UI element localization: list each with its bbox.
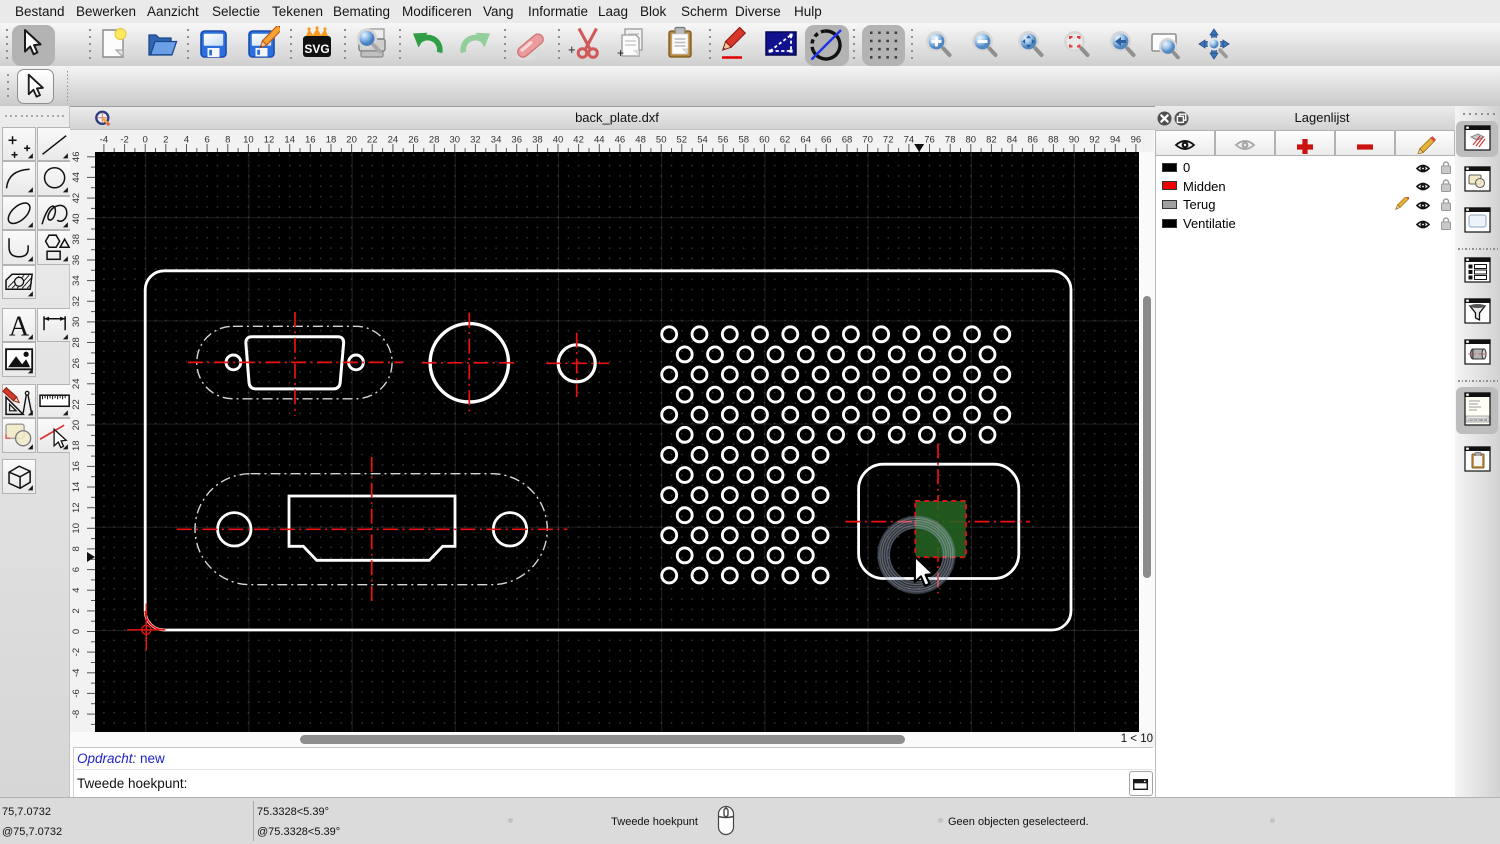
- svg-text:12: 12: [71, 502, 82, 513]
- svg-text:-2: -2: [120, 135, 128, 146]
- svg-text:54: 54: [697, 135, 708, 146]
- svg-text:4: 4: [71, 588, 82, 593]
- svg-text:+: +: [568, 42, 576, 57]
- svg-text:command: command: [1468, 417, 1488, 422]
- svg-text:68: 68: [842, 135, 853, 146]
- svg-text:12: 12: [264, 135, 275, 146]
- svg-text:8: 8: [71, 546, 82, 551]
- svg-text:18: 18: [71, 440, 82, 451]
- svg-text:2: 2: [163, 135, 168, 146]
- svg-text:20: 20: [71, 420, 82, 431]
- svg-text:92: 92: [1089, 135, 1100, 146]
- svg-text:38: 38: [532, 135, 543, 146]
- svg-text:90: 90: [1069, 135, 1080, 146]
- svg-text:14: 14: [284, 135, 295, 146]
- svg-text:34: 34: [71, 275, 82, 286]
- svg-text:32: 32: [71, 296, 82, 307]
- svg-text:10: 10: [71, 523, 82, 534]
- svg-text:66: 66: [821, 135, 832, 146]
- svg-text:86: 86: [1027, 135, 1038, 146]
- svg-text:6: 6: [71, 567, 82, 572]
- svg-text:0: 0: [143, 135, 148, 146]
- svg-text:18: 18: [326, 135, 337, 146]
- svg-text:40: 40: [553, 135, 564, 146]
- svg-text:64: 64: [800, 135, 811, 146]
- svg-text:SVG: SVG: [304, 42, 329, 56]
- svg-text:24: 24: [388, 135, 399, 146]
- svg-text:52: 52: [677, 135, 688, 146]
- svg-text:46: 46: [71, 152, 82, 162]
- svg-text:36: 36: [511, 135, 522, 146]
- svg-text:40: 40: [71, 213, 82, 224]
- svg-text:0: 0: [71, 629, 82, 634]
- svg-text:46: 46: [615, 135, 626, 146]
- svg-text:82: 82: [986, 135, 997, 146]
- svg-text:10: 10: [243, 135, 254, 146]
- svg-text:84: 84: [1007, 135, 1018, 146]
- svg-text:44: 44: [71, 172, 82, 183]
- svg-text:-8: -8: [71, 710, 82, 718]
- svg-text:28: 28: [71, 337, 82, 348]
- svg-text:-4: -4: [100, 135, 108, 146]
- svg-text:30: 30: [450, 135, 461, 146]
- svg-text:-4: -4: [71, 669, 82, 677]
- svg-text:30: 30: [71, 317, 82, 328]
- svg-text:34: 34: [491, 135, 502, 146]
- svg-text:32: 32: [470, 135, 481, 146]
- svg-text:76: 76: [924, 135, 935, 146]
- svg-text:88: 88: [1048, 135, 1059, 146]
- svg-text:58: 58: [739, 135, 750, 146]
- svg-text:24: 24: [71, 379, 82, 390]
- svg-text:72: 72: [883, 135, 894, 146]
- svg-text:-2: -2: [71, 648, 82, 656]
- svg-text:22: 22: [71, 399, 82, 410]
- svg-text:50: 50: [656, 135, 667, 146]
- svg-text:70: 70: [862, 135, 873, 146]
- svg-text:A: A: [8, 311, 29, 342]
- svg-text:2: 2: [71, 608, 82, 613]
- svg-text:44: 44: [594, 135, 605, 146]
- svg-text:28: 28: [429, 135, 440, 146]
- svg-text:42: 42: [573, 135, 584, 146]
- svg-text:8: 8: [225, 135, 230, 146]
- svg-text:-6: -6: [71, 689, 82, 697]
- svg-text:26: 26: [71, 358, 82, 369]
- svg-text:48: 48: [635, 135, 646, 146]
- svg-text:60: 60: [759, 135, 770, 146]
- svg-text:38: 38: [71, 234, 82, 245]
- svg-text:16: 16: [71, 461, 82, 472]
- svg-text:74: 74: [904, 135, 915, 146]
- svg-text:36: 36: [71, 255, 82, 266]
- svg-text:16: 16: [305, 135, 316, 146]
- svg-text:6: 6: [204, 135, 209, 146]
- svg-text:56: 56: [718, 135, 729, 146]
- svg-text:20: 20: [346, 135, 357, 146]
- svg-text:4: 4: [184, 135, 189, 146]
- svg-text:26: 26: [408, 135, 419, 146]
- svg-text:94: 94: [1110, 135, 1121, 146]
- svg-text:78: 78: [945, 135, 956, 146]
- svg-text:80: 80: [966, 135, 977, 146]
- svg-text:14: 14: [71, 482, 82, 493]
- svg-text:+: +: [617, 46, 624, 60]
- svg-text:42: 42: [71, 193, 82, 204]
- svg-text:22: 22: [367, 135, 378, 146]
- svg-text:96: 96: [1131, 135, 1142, 146]
- svg-text:62: 62: [780, 135, 791, 146]
